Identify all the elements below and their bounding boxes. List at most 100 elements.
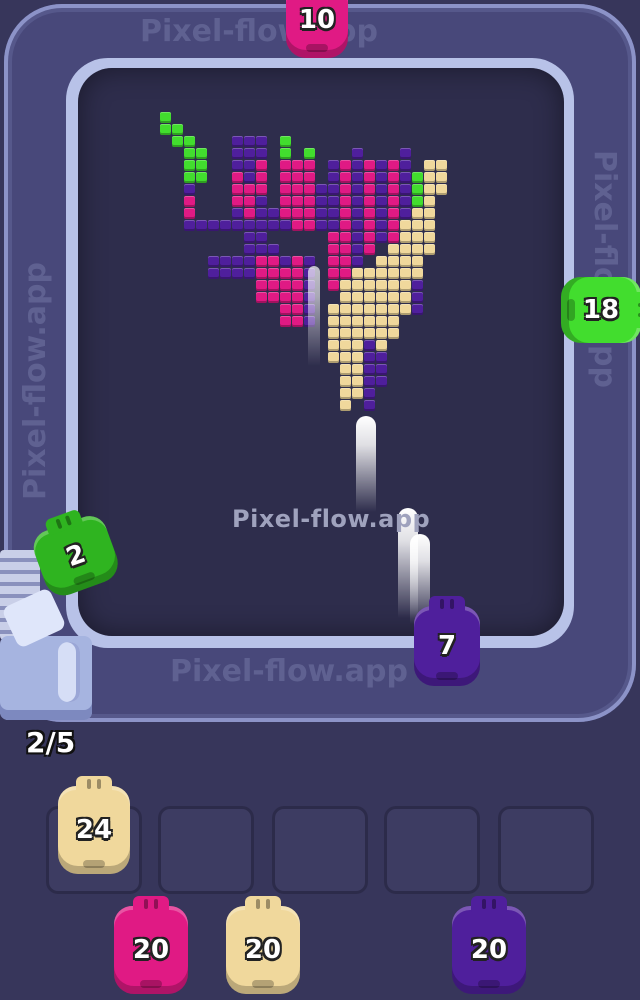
pixel-block: [244, 160, 255, 171]
pixel-block: [232, 208, 243, 219]
pixel-block: [412, 232, 423, 243]
pixel-block: [364, 208, 375, 219]
pixel-block: [196, 148, 207, 159]
pixel-block: [352, 388, 363, 399]
queue-pig-1[interactable]: 20: [114, 896, 188, 994]
pixel-block: [352, 244, 363, 255]
pixel-block: [364, 172, 375, 183]
pixel-block: [292, 184, 303, 195]
pixel-block: [160, 112, 171, 123]
pixel-block: [400, 172, 411, 183]
pig-count: 24: [75, 815, 113, 845]
pixel-block: [340, 376, 351, 387]
pixel-block: [352, 340, 363, 351]
queue-pig-3[interactable]: 20: [452, 896, 526, 994]
slot-pig[interactable]: 24: [58, 776, 130, 874]
pixel-block: [340, 292, 351, 303]
pixel-block: [376, 280, 387, 291]
pixel-block: [304, 172, 315, 183]
pixel-block: [424, 244, 435, 255]
pixel-block: [340, 388, 351, 399]
pixel-block: [376, 160, 387, 171]
pixel-block: [280, 208, 291, 219]
pixel-block: [244, 268, 255, 279]
pixel-block: [328, 232, 339, 243]
pixel-block: [292, 256, 303, 267]
pixel-block: [316, 208, 327, 219]
pixel-block: [352, 304, 363, 315]
pixel-block: [244, 184, 255, 195]
pixel-block: [268, 244, 279, 255]
pixel-block: [388, 220, 399, 231]
pixel-block: [424, 220, 435, 231]
pixel-block: [184, 136, 195, 147]
pig-top[interactable]: 10: [286, 0, 348, 58]
pixel-block: [388, 304, 399, 315]
pixel-block: [340, 232, 351, 243]
pixel-block: [208, 220, 219, 231]
pixel-block: [340, 220, 351, 231]
launcher-roller: [58, 642, 80, 702]
pixel-block: [340, 256, 351, 267]
pixel-block: [256, 256, 267, 267]
pixel-block: [292, 292, 303, 303]
pixel-block: [376, 208, 387, 219]
pixel-block: [184, 148, 195, 159]
pixel-block: [364, 244, 375, 255]
waiting-slot-3[interactable]: [272, 806, 368, 894]
pixel-block: [256, 148, 267, 159]
pixel-block: [292, 208, 303, 219]
pixel-block: [160, 124, 171, 135]
bullet: [356, 416, 376, 512]
pixel-block: [268, 220, 279, 231]
pixel-block: [352, 292, 363, 303]
pixel-block: [256, 196, 267, 207]
pixel-block: [328, 184, 339, 195]
pixel-block: [280, 136, 291, 147]
pig-bottom[interactable]: 7: [414, 596, 480, 686]
pixel-block: [364, 352, 375, 363]
pixel-block: [244, 172, 255, 183]
pixel-block: [268, 280, 279, 291]
pig-count: 18: [582, 295, 620, 325]
pixel-block: [400, 268, 411, 279]
pixel-block: [256, 172, 267, 183]
pixel-block: [328, 316, 339, 327]
pixel-block: [352, 376, 363, 387]
pixel-block: [352, 280, 363, 291]
pixel-block: [292, 220, 303, 231]
pixel-block: [328, 160, 339, 171]
queue-pig-2[interactable]: 20: [226, 896, 300, 994]
pixel-block: [280, 172, 291, 183]
waiting-slot-2[interactable]: [158, 806, 254, 894]
pixel-block: [256, 280, 267, 291]
pixel-block: [196, 160, 207, 171]
pixel-block: [328, 352, 339, 363]
pixel-block: [232, 220, 243, 231]
pixel-block: [352, 268, 363, 279]
pig-right[interactable]: 18: [561, 277, 640, 343]
pixel-block: [304, 160, 315, 171]
pixel-block: [280, 148, 291, 159]
pixel-block: [352, 364, 363, 375]
pixel-block: [232, 136, 243, 147]
waiting-slot-5[interactable]: [498, 806, 594, 894]
pixel-block: [388, 316, 399, 327]
pixel-block: [352, 232, 363, 243]
pixel-block: [388, 328, 399, 339]
pixel-block: [412, 220, 423, 231]
pixel-block: [280, 220, 291, 231]
pixel-block: [220, 256, 231, 267]
pixel-block: [232, 172, 243, 183]
pixel-block: [400, 232, 411, 243]
waiting-slot-4[interactable]: [384, 806, 480, 894]
pixel-block: [232, 256, 243, 267]
pixel-block: [256, 220, 267, 231]
pixel-block: [340, 244, 351, 255]
pixel-block: [244, 208, 255, 219]
pixel-block: [328, 244, 339, 255]
pixel-block: [328, 280, 339, 291]
pixel-block: [268, 208, 279, 219]
pixel-block: [352, 256, 363, 267]
pixel-block: [256, 184, 267, 195]
